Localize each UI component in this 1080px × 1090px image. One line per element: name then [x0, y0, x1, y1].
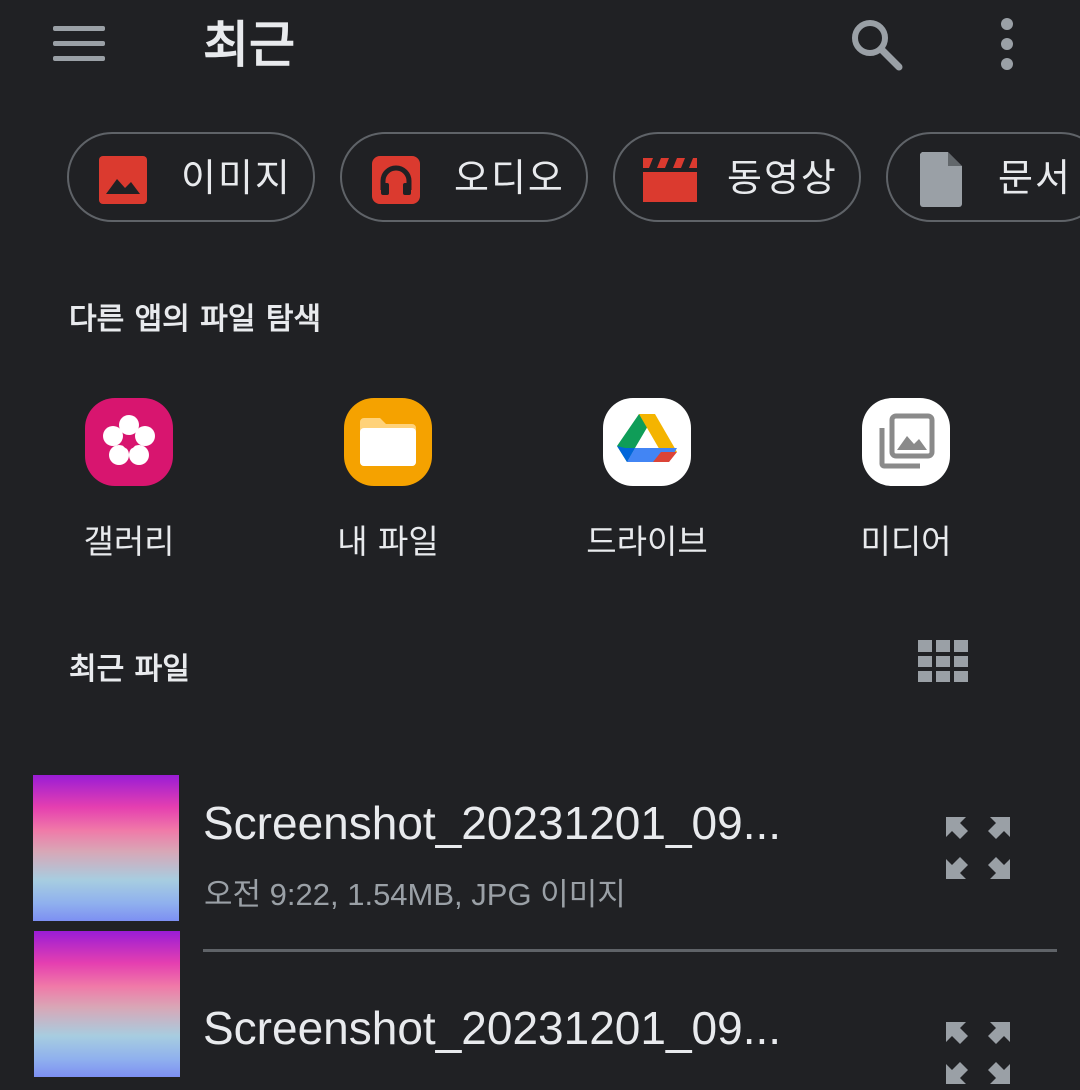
gallery-flower-icon	[85, 398, 173, 486]
grid-view-icon[interactable]	[918, 640, 972, 682]
file-meta: 오전 9:22, 1.54MB, JPG 이미지	[204, 877, 626, 912]
app-label: 미디어	[860, 522, 952, 561]
section-title-other-apps: 다른 앱의 파일 탐색	[69, 302, 322, 337]
document-icon	[918, 150, 964, 208]
search-icon[interactable]	[848, 16, 904, 72]
app-label: 갤러리	[83, 522, 175, 561]
divider	[203, 949, 1057, 952]
app-gallery[interactable]: 갤러리	[44, 398, 214, 562]
chip-audio[interactable]: 오디오	[340, 132, 588, 222]
file-name[interactable]: Screenshot_20231201_09...	[203, 1000, 781, 1056]
chip-label: 문서	[998, 156, 1072, 200]
more-vert-icon[interactable]	[994, 18, 1020, 70]
app-my-files[interactable]: 내 파일	[303, 398, 473, 562]
chip-label: 오디오	[454, 156, 565, 200]
chip-videos[interactable]: 동영상	[613, 132, 861, 222]
headphones-icon	[370, 154, 422, 206]
image-icon	[97, 154, 149, 206]
file-thumbnail[interactable]	[34, 931, 180, 1077]
section-title-recent-files: 최근 파일	[69, 652, 190, 687]
expand-icon[interactable]	[944, 1020, 1012, 1086]
chip-images[interactable]: 이미지	[67, 132, 315, 222]
expand-icon[interactable]	[944, 815, 1012, 881]
file-thumbnail[interactable]	[33, 775, 179, 921]
app-label: 내 파일	[337, 522, 439, 561]
app-media[interactable]: 미디어	[821, 398, 991, 562]
app-drive[interactable]: 드라이브	[562, 398, 732, 562]
chip-label: 동영상	[727, 156, 838, 200]
page-title: 최근	[203, 16, 295, 74]
media-library-icon	[862, 398, 950, 486]
hamburger-menu-icon[interactable]	[50, 22, 110, 66]
folder-icon	[344, 398, 432, 486]
video-clapper-icon	[641, 154, 699, 206]
app-label: 드라이브	[586, 522, 708, 561]
chip-documents[interactable]: 문서	[886, 132, 1080, 222]
file-name[interactable]: Screenshot_20231201_09...	[203, 795, 781, 851]
chip-label: 이미지	[181, 156, 292, 200]
google-drive-icon	[603, 398, 691, 486]
